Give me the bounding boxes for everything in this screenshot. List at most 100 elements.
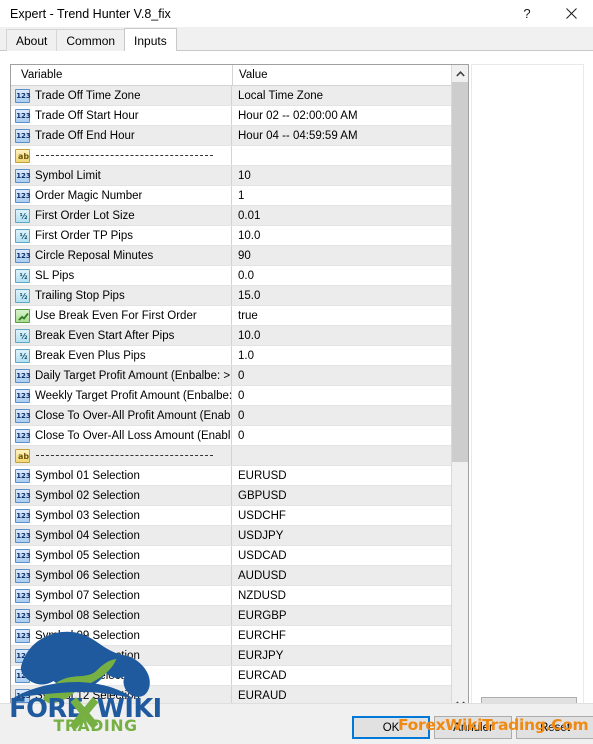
value-cell[interactable]: 15.0 (232, 286, 452, 305)
grid-row[interactable]: 123 Symbol 05 Selection USDCAD (11, 546, 452, 566)
scroll-up-button[interactable] (452, 65, 468, 82)
value-cell[interactable]: NZDUSD (232, 586, 452, 605)
value-cell[interactable]: Hour 02 -- 02:00:00 AM (232, 106, 452, 125)
value-cell[interactable]: EURCHF (232, 626, 452, 645)
variable-cell[interactable]: 123 Daily Target Profit Amount (Enbalbe: … (11, 366, 232, 385)
value-cell[interactable]: USDCHF (232, 506, 452, 525)
tab-about[interactable]: About (6, 29, 58, 51)
grid-row[interactable]: ½ First Order Lot Size 0.01 (11, 206, 452, 226)
vertical-scrollbar[interactable] (451, 65, 468, 711)
grid-row[interactable]: ½ SL Pips 0.0 (11, 266, 452, 286)
value-cell[interactable]: EURJPY (232, 646, 452, 665)
variable-cell[interactable]: 123 Trade Off Time Zone (11, 86, 232, 105)
value-cell[interactable]: AUDUSD (232, 566, 452, 585)
value-cell[interactable]: 10.0 (232, 326, 452, 345)
grid-row[interactable]: ½ First Order TP Pips 10.0 (11, 226, 452, 246)
value-cell[interactable]: EURGBP (232, 606, 452, 625)
grid-row[interactable]: ab (11, 446, 452, 466)
variable-cell[interactable]: ½ SL Pips (11, 266, 232, 285)
grid-row[interactable]: ½ Break Even Plus Pips 1.0 (11, 346, 452, 366)
grid-row[interactable]: 123 Symbol 03 Selection USDCHF (11, 506, 452, 526)
value-cell[interactable]: 1 (232, 186, 452, 205)
value-cell[interactable] (232, 146, 452, 165)
grid-row[interactable]: ½ Trailing Stop Pips 15.0 (11, 286, 452, 306)
grid-row[interactable]: 123 Symbol 11 Selection EURCAD (11, 666, 452, 686)
variable-cell[interactable]: ½ Trailing Stop Pips (11, 286, 232, 305)
variable-cell[interactable]: ½ Break Even Plus Pips (11, 346, 232, 365)
scrollbar-track[interactable] (452, 82, 468, 695)
value-cell[interactable]: true (232, 306, 452, 325)
help-button[interactable]: ? (505, 0, 549, 27)
grid-row[interactable]: 123 Symbol 02 Selection GBPUSD (11, 486, 452, 506)
grid-row[interactable]: 123 Symbol 09 Selection EURCHF (11, 626, 452, 646)
grid-row[interactable]: 123 Symbol 08 Selection EURGBP (11, 606, 452, 626)
grid-row[interactable]: 123 Trade Off Start Hour Hour 02 -- 02:00:… (11, 106, 452, 126)
variable-cell[interactable]: 123 Trade Off End Hour (11, 126, 232, 145)
variable-cell[interactable]: 123 Symbol 07 Selection (11, 586, 232, 605)
variable-cell[interactable]: ab (11, 446, 232, 465)
value-cell[interactable]: 0 (232, 406, 452, 425)
variable-cell[interactable]: 123 Symbol 01 Selection (11, 466, 232, 485)
grid-row[interactable]: 123 Trade Off End Hour Hour 04 -- 04:59:59… (11, 126, 452, 146)
value-cell[interactable]: Local Time Zone (232, 86, 452, 105)
grid-row[interactable]: 123 Symbol Limit 10 (11, 166, 452, 186)
grid-row[interactable]: 123 Trade Off Time Zone Local Time Zone (11, 86, 452, 106)
grid-row[interactable]: 123 Symbol 10 Selection EURJPY (11, 646, 452, 666)
value-cell[interactable]: USDCAD (232, 546, 452, 565)
grid-row[interactable]: 123 Symbol 07 Selection NZDUSD (11, 586, 452, 606)
grid-row[interactable]: ab (11, 146, 452, 166)
value-cell[interactable]: USDJPY (232, 526, 452, 545)
variable-cell[interactable]: 123 Symbol 03 Selection (11, 506, 232, 525)
variable-cell[interactable]: 123 Symbol 04 Selection (11, 526, 232, 545)
variable-cell[interactable]: Use Break Even For First Order (11, 306, 232, 325)
reset-button[interactable]: Reset (516, 716, 593, 739)
value-cell[interactable]: 0 (232, 426, 452, 445)
value-cell[interactable]: GBPUSD (232, 486, 452, 505)
tab-common[interactable]: Common (56, 29, 126, 51)
variable-cell[interactable]: ab (11, 146, 232, 165)
variable-cell[interactable]: 123 Weekly Target Profit Amount (Enbalbe:… (11, 386, 232, 405)
grid-row[interactable]: 123 Close To Over-All Profit Amount (Enab… (11, 406, 452, 426)
variable-cell[interactable]: 123 Symbol 06 Selection (11, 566, 232, 585)
grid-row[interactable]: 123 Symbol 01 Selection EURUSD (11, 466, 452, 486)
variable-cell[interactable]: ½ Break Even Start After Pips (11, 326, 232, 345)
grid-row[interactable]: Use Break Even For First Order true (11, 306, 452, 326)
scrollbar-thumb[interactable] (452, 82, 468, 462)
value-cell[interactable]: 90 (232, 246, 452, 265)
ok-button[interactable]: OK (352, 716, 430, 739)
variable-cell[interactable]: 123 Symbol 02 Selection (11, 486, 232, 505)
close-button[interactable] (549, 0, 593, 27)
grid-row[interactable]: 123 Symbol 04 Selection USDJPY (11, 526, 452, 546)
value-cell[interactable]: Hour 04 -- 04:59:59 AM (232, 126, 452, 145)
value-cell[interactable]: 0 (232, 366, 452, 385)
value-cell[interactable]: 10 (232, 166, 452, 185)
value-cell[interactable]: 0.0 (232, 266, 452, 285)
tab-inputs[interactable]: Inputs (124, 28, 177, 51)
variable-cell[interactable]: 123 Symbol 09 Selection (11, 626, 232, 645)
variable-cell[interactable]: 123 Symbol 11 Selection (11, 666, 232, 685)
variable-cell[interactable]: ½ First Order Lot Size (11, 206, 232, 225)
grid-row[interactable]: 123 Order Magic Number 1 (11, 186, 452, 206)
variable-cell[interactable]: 123 Order Magic Number (11, 186, 232, 205)
variable-cell[interactable]: 123 Close To Over-All Loss Amount (Enabl.… (11, 426, 232, 445)
cancel-button[interactable]: Annuler (434, 716, 512, 739)
grid-body[interactable]: 123 Trade Off Time Zone Local Time Zone 123… (11, 86, 452, 711)
value-cell[interactable]: 0 (232, 386, 452, 405)
value-cell[interactable]: 10.0 (232, 226, 452, 245)
variable-cell[interactable]: 123 Symbol 08 Selection (11, 606, 232, 625)
value-cell[interactable]: EURCAD (232, 666, 452, 685)
value-cell[interactable]: 1.0 (232, 346, 452, 365)
grid-row[interactable]: 123 Close To Over-All Loss Amount (Enabl.… (11, 426, 452, 446)
grid-row[interactable]: 123 Weekly Target Profit Amount (Enbalbe:… (11, 386, 452, 406)
variable-cell[interactable]: 123 Symbol 10 Selection (11, 646, 232, 665)
variable-cell[interactable]: 123 Symbol Limit (11, 166, 232, 185)
variable-cell[interactable]: 123 Trade Off Start Hour (11, 106, 232, 125)
variable-cell[interactable]: 123 Close To Over-All Profit Amount (Enab… (11, 406, 232, 425)
grid-row[interactable]: 123 Daily Target Profit Amount (Enbalbe: … (11, 366, 452, 386)
variable-cell[interactable]: ½ First Order TP Pips (11, 226, 232, 245)
value-cell[interactable] (232, 446, 452, 465)
value-cell[interactable]: EURUSD (232, 466, 452, 485)
grid-row[interactable]: 123 Circle Reposal Minutes 90 (11, 246, 452, 266)
value-cell[interactable]: 0.01 (232, 206, 452, 225)
variable-cell[interactable]: 123 Symbol 05 Selection (11, 546, 232, 565)
